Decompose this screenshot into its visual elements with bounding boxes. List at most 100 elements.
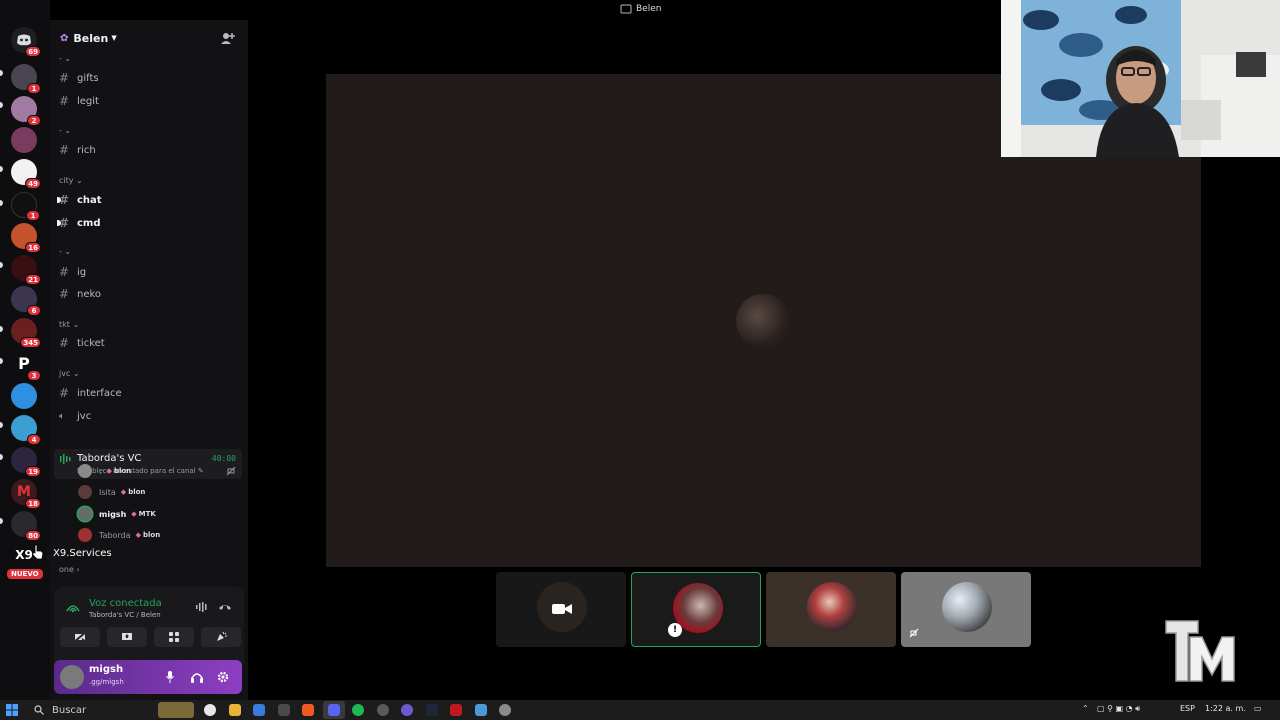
user-settings-button[interactable] <box>214 668 232 686</box>
deafen-button[interactable] <box>188 668 206 686</box>
focused-avatar <box>736 294 790 348</box>
discord-window: 69 1 2 49 1 16 21 6 345 P3 4 19 M 18 80 X… <box>0 0 1280 720</box>
server-icon[interactable]: 19 <box>11 447 41 477</box>
guild-header[interactable]: ✿ Belen ▼ <box>50 20 248 56</box>
mention-badge: 6 <box>27 305 41 316</box>
webcam-overlay <box>1001 0 1280 157</box>
notification-icon[interactable]: ▭ <box>1254 704 1262 713</box>
member-name: Taborda <box>99 530 131 540</box>
tray-icons[interactable]: ▢ ⚲ ▣ ◔ 🔊︎ <box>1097 704 1140 714</box>
video-camera-icon <box>552 604 572 614</box>
discord-taskbar-icon[interactable] <box>328 704 340 716</box>
soundboard-button[interactable] <box>201 627 241 647</box>
unread-pill <box>0 422 3 428</box>
channel-ig[interactable]: # ig <box>59 263 86 281</box>
server-icon[interactable]: P3 <box>11 351 41 381</box>
brave-icon[interactable] <box>302 704 314 716</box>
channel-ticket[interactable]: # ticket <box>59 334 105 352</box>
channel-gifts[interactable]: # gifts <box>59 69 99 87</box>
voice-channel-jvc[interactable]: 🔈︎ jvc <box>59 407 91 425</box>
hash-icon: # <box>59 386 70 400</box>
tile-isita[interactable] <box>766 572 896 647</box>
category-one[interactable]: one › <box>59 565 80 574</box>
taskbar-app-icon[interactable] <box>475 704 487 716</box>
server-icon[interactable]: 1 <box>11 64 41 94</box>
category-jvc[interactable]: jvc ⌄ <box>59 369 80 378</box>
activities-button[interactable] <box>154 627 194 647</box>
server-icon[interactable]: 21 <box>11 255 41 285</box>
channel-interface[interactable]: # interface <box>59 384 122 402</box>
server-icon[interactable]: 6 <box>11 286 41 316</box>
spotify-icon[interactable] <box>352 704 364 716</box>
taskbar-search[interactable]: Buscar <box>28 702 158 718</box>
windows-start-icon[interactable] <box>6 704 18 716</box>
server-icon[interactable] <box>11 127 37 153</box>
voice-connected-location[interactable]: Taborda's VC / Belen <box>89 611 161 619</box>
tile-migsh[interactable] <box>901 572 1031 647</box>
mention-badge: 1 <box>27 83 41 94</box>
camera-off-icon <box>226 466 236 476</box>
channel-cmd[interactable]: # cmd <box>57 214 101 232</box>
disconnect-icon[interactable] <box>218 602 232 612</box>
camera-off-tile[interactable] <box>496 572 626 647</box>
mention-badge: 2 <box>27 115 41 126</box>
taskbar-app-icon[interactable] <box>450 704 462 716</box>
server-icon[interactable]: M 18 <box>11 479 41 509</box>
screen-share-button[interactable] <box>107 627 147 647</box>
category-tkt[interactable]: tkt ⌄ <box>59 320 79 329</box>
category-city[interactable]: city ⌄ <box>59 176 83 185</box>
user-panel: migsh .gg/migsh <box>54 660 242 694</box>
server-icon[interactable]: 16 <box>11 223 41 253</box>
chevron-up-icon[interactable]: ⌃ <box>1082 704 1089 713</box>
server-icon[interactable] <box>11 383 37 409</box>
voice-connected-status: Voz conectada <box>89 598 162 609</box>
server-icon[interactable]: 49 <box>11 159 41 189</box>
voice-member[interactable]: migsh ◆ MTK <box>78 505 156 523</box>
voice-member[interactable]: Taborda ◆ blon <box>78 526 160 544</box>
category-header[interactable]: - ⌄ <box>59 126 71 135</box>
channel-chat[interactable]: # chat <box>57 191 102 209</box>
channel-rich[interactable]: # rich <box>59 141 96 159</box>
channel-logo-watermark <box>1165 620 1235 682</box>
hash-icon: # <box>59 336 70 350</box>
server-icon[interactable]: 2 <box>11 96 41 126</box>
steam-icon[interactable] <box>426 704 438 716</box>
hash-icon: # <box>59 193 70 207</box>
tile-taborda[interactable]: ! <box>631 572 761 647</box>
category-header[interactable]: - ⌄ <box>59 247 71 256</box>
voice-member[interactable]: . ◆ blon <box>78 462 131 480</box>
taskbar-app-icon[interactable] <box>253 704 265 716</box>
weather-widget[interactable] <box>158 702 194 718</box>
settings-icon[interactable] <box>499 704 511 716</box>
hash-icon: # <box>59 94 70 108</box>
avatar <box>807 582 857 632</box>
server-icon[interactable]: 1 <box>11 192 40 221</box>
taskbar-app-icon[interactable] <box>401 704 413 716</box>
invite-people-icon[interactable] <box>220 30 236 46</box>
channel-neko[interactable]: # neko <box>59 285 101 303</box>
user-name[interactable]: migsh <box>89 664 123 675</box>
hand-cursor-icon <box>32 544 44 560</box>
category-header[interactable]: - ⌄ <box>59 54 71 63</box>
avatar <box>78 464 92 478</box>
file-explorer-icon[interactable] <box>229 704 241 716</box>
voice-member[interactable]: Isita ◆ blon <box>78 483 145 501</box>
camera-toggle-button[interactable] <box>60 627 100 647</box>
mute-button[interactable] <box>161 668 179 686</box>
language-indicator[interactable]: ESP <box>1180 704 1195 713</box>
clock[interactable]: 1:22 a. m. <box>1205 704 1246 713</box>
server-icon[interactable]: 4 <box>11 415 41 445</box>
connection-signal-icon[interactable] <box>65 599 81 615</box>
unread-pill <box>0 262 3 268</box>
taskbar-app-icon[interactable] <box>377 704 389 716</box>
user-avatar[interactable] <box>60 665 84 689</box>
noise-suppression-icon[interactable] <box>196 602 208 612</box>
channel-legit[interactable]: # legit <box>59 92 99 110</box>
user-status: .gg/migsh <box>89 678 124 686</box>
taskbar-app-icon[interactable] <box>278 704 290 716</box>
direct-messages-button[interactable]: 69 <box>11 27 41 57</box>
chrome-icon[interactable] <box>204 704 216 716</box>
server-icon[interactable]: 80 <box>11 511 41 541</box>
server-icon[interactable]: 345 <box>11 318 41 348</box>
pencil-icon: ✎ <box>197 467 204 475</box>
